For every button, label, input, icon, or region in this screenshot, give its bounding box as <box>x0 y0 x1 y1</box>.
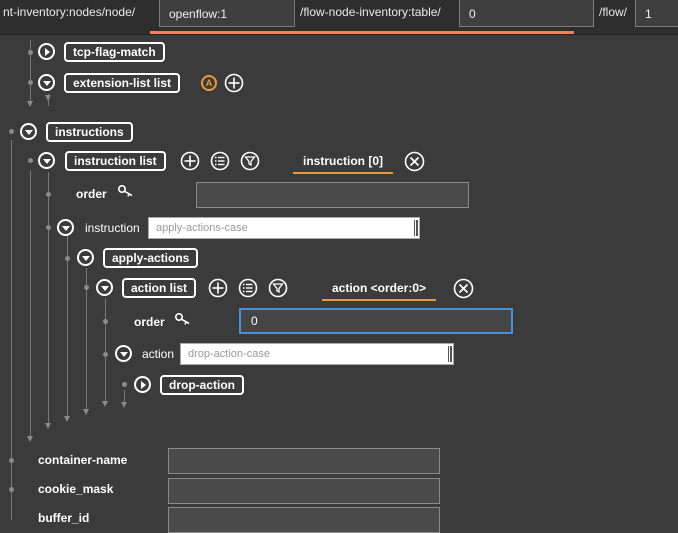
dropdown-caret-icon <box>448 346 452 362</box>
action-choice-value: drop-action-case <box>188 348 270 360</box>
breadcrumb-path-segment: nt-inventory:nodes/node/ <box>3 5 136 19</box>
add-circle-icon[interactable] <box>208 278 228 298</box>
tree-arrow <box>64 416 70 422</box>
tree-node-dot <box>28 50 33 55</box>
tree-arrow <box>102 401 108 407</box>
breadcrumb-path-segment: /flow-node-inventory:table/ <box>300 5 441 19</box>
list-icon[interactable] <box>238 278 258 298</box>
key-icon <box>174 312 190 325</box>
tree-node-dot <box>103 319 108 324</box>
add-circle-icon[interactable] <box>180 151 200 171</box>
tree-arrow <box>121 402 127 408</box>
instruction-choice-select[interactable]: apply-actions-case <box>148 217 420 239</box>
tree-line <box>48 172 49 424</box>
action-choice-select[interactable]: drop-action-case <box>180 343 454 365</box>
action-order-input[interactable]: 0 <box>239 308 513 334</box>
tab-underline <box>293 172 393 174</box>
drop-action-node[interactable]: drop-action <box>160 375 244 395</box>
instruction-choice-value: apply-actions-case <box>156 222 248 234</box>
instruction-list-node[interactable]: instruction list <box>65 151 166 171</box>
collapse-down-icon[interactable] <box>57 219 74 236</box>
action-list-node[interactable]: action list <box>122 278 197 298</box>
instruction-tab-label: instruction [0] <box>303 154 383 168</box>
add-circle-icon[interactable] <box>224 73 244 93</box>
tree-node-dot <box>28 158 33 163</box>
filter-icon[interactable] <box>240 151 260 171</box>
tree-line <box>11 140 12 520</box>
collapse-down-icon[interactable] <box>20 123 37 140</box>
tree-arrow <box>45 95 51 101</box>
node-id-input[interactable]: openflow:1 <box>159 0 295 27</box>
instruction-tab[interactable]: instruction [0] <box>293 154 393 174</box>
order-input[interactable] <box>196 182 469 208</box>
progress-strip <box>150 31 574 34</box>
tree-node-dot <box>103 352 108 357</box>
collapse-down-icon[interactable] <box>38 152 55 169</box>
tree-line <box>67 235 68 417</box>
buffer-id-label: buffer_id <box>38 511 90 525</box>
tree-arrow <box>45 423 51 429</box>
tree-node-dot <box>9 129 14 134</box>
breadcrumb: nt-inventory:nodes/node/ openflow:1 /flo… <box>0 0 678 35</box>
close-circle-icon[interactable] <box>453 278 474 299</box>
action-tab-label: action <order:0> <box>332 281 427 295</box>
cookie-mask-label: cookie_mask <box>38 482 114 496</box>
action-tab[interactable]: action <order:0> <box>322 281 437 301</box>
breadcrumb-path-segment: /flow/ <box>599 5 628 19</box>
table-id-input[interactable]: 0 <box>459 0 594 27</box>
collapse-down-icon[interactable] <box>38 74 55 91</box>
tree-node-dot <box>65 256 70 261</box>
tree-node-dot <box>9 487 14 492</box>
key-icon <box>117 184 133 197</box>
tree-node-dot <box>46 225 51 230</box>
extension-list-node[interactable]: extension-list list <box>64 73 181 93</box>
dropdown-caret-icon <box>414 220 418 236</box>
filter-icon[interactable] <box>268 278 288 298</box>
action-choice-label: action <box>142 347 175 361</box>
collapse-down-icon[interactable] <box>77 249 94 266</box>
tree-node-dot <box>46 192 51 197</box>
container-name-input[interactable] <box>168 448 440 474</box>
close-circle-icon[interactable] <box>404 151 425 172</box>
tab-underline <box>322 299 437 301</box>
tree-line <box>105 298 106 402</box>
apply-actions-node[interactable]: apply-actions <box>103 248 199 268</box>
list-icon[interactable] <box>210 151 230 171</box>
collapse-down-icon[interactable] <box>115 345 132 362</box>
tcp-flag-match-node[interactable]: tcp-flag-match <box>64 42 165 62</box>
action-order-label: order <box>134 315 165 329</box>
instructions-node[interactable]: instructions <box>46 122 133 142</box>
tree-node-dot <box>84 285 89 290</box>
buffer-id-input[interactable] <box>168 507 440 533</box>
flow-id-input[interactable]: 1 <box>635 0 678 27</box>
tree-arrow <box>27 101 33 107</box>
order-label: order <box>76 187 107 201</box>
cookie-mask-input[interactable] <box>168 478 440 504</box>
augmentation-badge-icon[interactable]: A <box>201 75 217 91</box>
expand-right-icon[interactable] <box>134 376 151 393</box>
expand-right-icon[interactable] <box>38 43 55 60</box>
tree-node-dot <box>28 80 33 85</box>
tree-node-dot <box>122 382 127 387</box>
tree-arrow <box>83 409 89 415</box>
tree-node-dot <box>9 458 14 463</box>
instruction-choice-label: instruction <box>85 221 140 235</box>
container-name-label: container-name <box>38 453 128 467</box>
collapse-down-icon[interactable] <box>96 279 113 296</box>
tree-arrow <box>27 436 33 442</box>
tree-line <box>30 170 31 438</box>
